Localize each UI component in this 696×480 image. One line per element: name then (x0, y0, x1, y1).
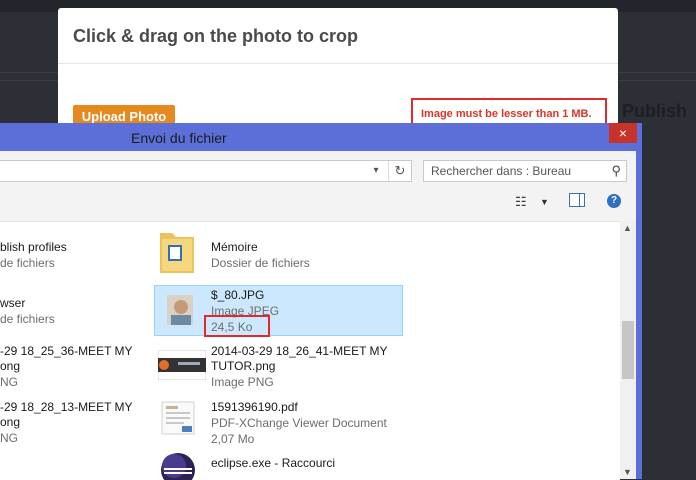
file-type: de fichiers (0, 312, 55, 326)
file-type: Dossier de fichiers (211, 256, 310, 270)
preview-pane-icon[interactable] (569, 193, 585, 207)
modal-title: Click & drag on the photo to crop (73, 26, 358, 46)
file-type: de fichiers (0, 256, 55, 270)
file-name-line2: ong (0, 415, 21, 429)
photo-thumbnail (167, 295, 193, 325)
modal-divider (58, 63, 618, 64)
search-placeholder: Rechercher dans : Bureau (431, 164, 572, 178)
dialog-title: Envoi du fichier (131, 130, 227, 146)
scroll-thumb[interactable] (622, 321, 634, 379)
file-type: PDF-XChange Viewer Document (211, 416, 387, 430)
file-type: NG (0, 431, 18, 445)
error-message: Image must be lesser than 1 MB. (421, 108, 592, 120)
file-name: 1591396190.pdf (211, 400, 298, 414)
pdf-icon (161, 401, 195, 435)
view-options-icon[interactable]: ☷ (515, 194, 527, 210)
search-icon[interactable]: ⚲ (611, 163, 621, 179)
file-name: -29 18_25_36-MEET MY (0, 344, 133, 358)
file-name: -29 18_28_13-MEET MY (0, 400, 133, 414)
scroll-up-icon[interactable]: ▲ (623, 223, 632, 233)
file-name-line2: TUTOR.png (211, 359, 276, 373)
file-name-line2: ong (0, 359, 21, 373)
scroll-down-icon[interactable]: ▼ (623, 467, 632, 477)
search-input[interactable]: Rechercher dans : Bureau ⚲ (423, 160, 627, 182)
refresh-icon[interactable]: ↻ (388, 161, 411, 181)
file-name: $_80.JPG (211, 288, 265, 302)
folder-icon (160, 233, 194, 273)
publish-label[interactable]: Publish (622, 101, 687, 122)
file-size: 2,07 Mo (211, 432, 255, 446)
help-icon[interactable]: ? (607, 194, 621, 208)
file-name: wser (0, 296, 26, 310)
file-name: eclipse.exe - Raccourci (211, 456, 336, 470)
close-button[interactable]: × (609, 123, 637, 143)
dialog-body: ▾ ↻ Rechercher dans : Bureau ⚲ ☷ ▼ ? bli… (0, 151, 636, 480)
file-upload-dialog: Envoi du fichier × ▾ ↻ Rechercher dans :… (0, 123, 642, 480)
file-list: blish profiles de fichiers wser de fichi… (0, 221, 620, 480)
eclipse-icon (161, 453, 195, 480)
file-name: Mémoire (211, 240, 258, 254)
file-name: 2014-03-29 18_26_41-MEET MY (211, 344, 388, 358)
chevron-down-icon[interactable]: ▾ (369, 161, 383, 181)
vertical-scrollbar[interactable]: ▲ ▼ (620, 221, 636, 479)
screenshot-thumbnail (158, 350, 206, 380)
address-bar[interactable]: ▾ ↻ (0, 160, 412, 182)
file-name: blish profiles (0, 240, 67, 254)
file-type: Image PNG (211, 375, 274, 389)
size-highlight-box (204, 315, 270, 337)
file-type: NG (0, 375, 18, 389)
chevron-down-icon[interactable]: ▼ (540, 197, 549, 207)
